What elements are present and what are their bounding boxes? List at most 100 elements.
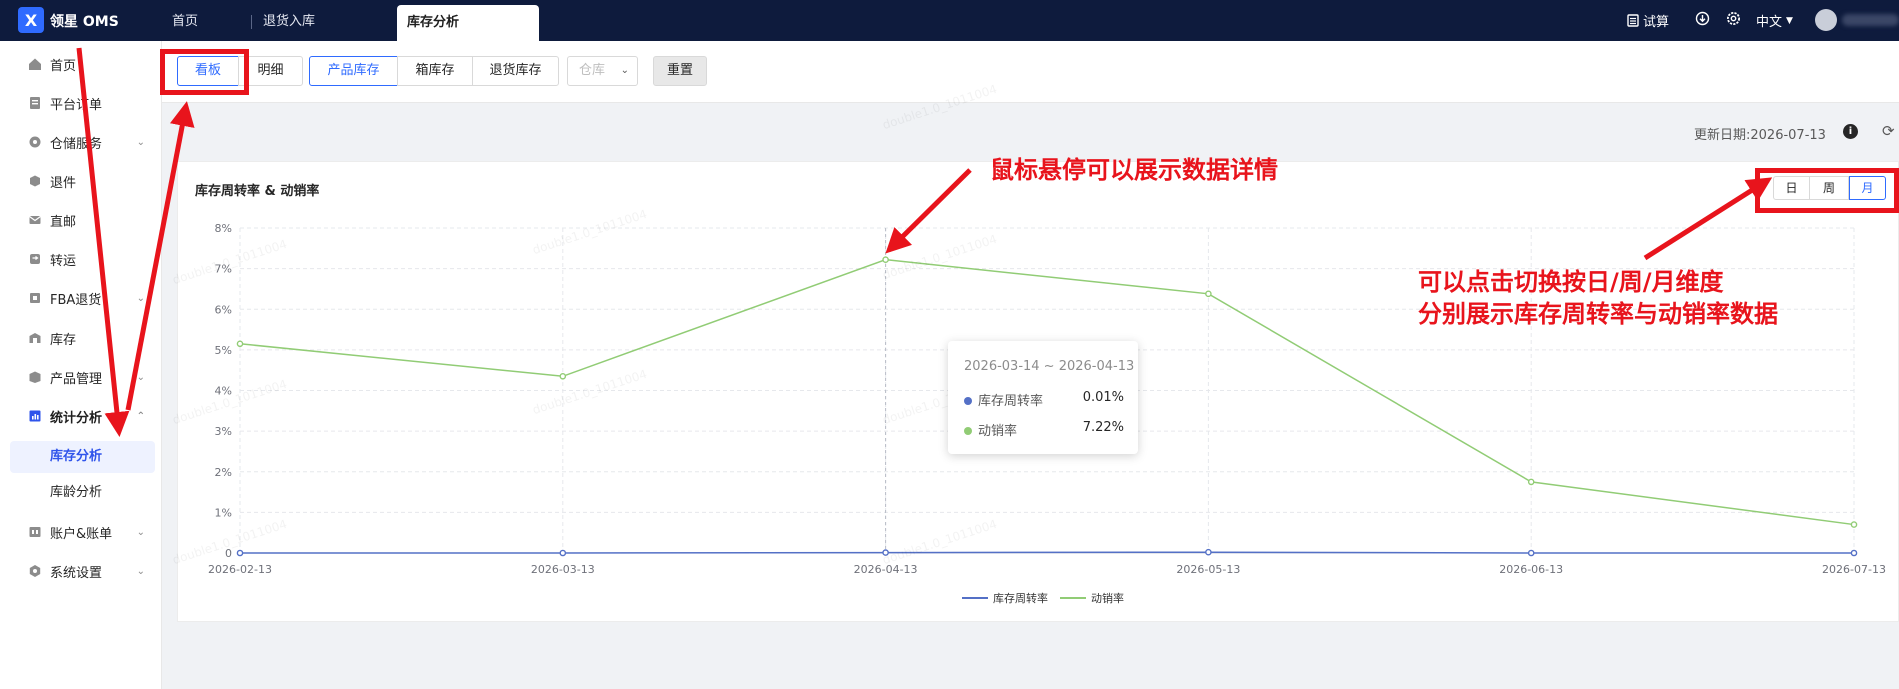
sidebar-item-transfer[interactable]: 转运 <box>10 242 155 276</box>
stats-icon <box>28 409 42 423</box>
x-tick-label: 2026-02-13 <box>208 563 272 576</box>
fba-icon <box>28 291 42 305</box>
product-icon <box>28 370 42 384</box>
sidebar-item-inventory[interactable]: 库存 ⌄ <box>10 321 155 355</box>
chevron-down-icon: ⌄ <box>136 292 145 304</box>
x-tick-label: 2026-04-13 <box>854 563 918 576</box>
sidebar-item-home[interactable]: 首页 <box>10 47 155 81</box>
top-bar: X 领星 OMS 首页 退货入库 库存分析 试算 中文 ▼ <box>0 0 1899 41</box>
data-point <box>882 549 889 556</box>
chevron-up-icon: ⌃ <box>136 410 145 422</box>
chevron-down-icon: ⌄ <box>136 526 145 538</box>
sidebar-item-statistics[interactable]: 统计分析 ⌃ <box>10 399 155 433</box>
data-point <box>559 549 567 557</box>
tooltip-series-name: 库存周转率 <box>978 394 1044 409</box>
chart-title: 库存周转率 & 动销率 <box>195 184 320 199</box>
sidebar-item-label: 仓储服务 <box>50 136 103 152</box>
annotation-switch-note-line1: 可以点击切换按日/周/月维度 <box>1418 268 1724 296</box>
tooltip-series-value: 7.22% <box>1082 420 1124 435</box>
language-label: 中文 <box>1756 15 1783 30</box>
sidebar-item-direct-mail[interactable]: 直邮 <box>10 203 155 237</box>
sidebar-item-product-management[interactable]: 产品管理 ⌄ <box>10 360 155 394</box>
download-button[interactable] <box>1695 11 1710 26</box>
tab-box-inventory[interactable]: 箱库存 <box>397 56 473 86</box>
settings-button[interactable] <box>1726 11 1741 26</box>
y-tick-label: 8% <box>215 222 232 235</box>
language-select[interactable]: 中文 ▼ <box>1756 11 1793 30</box>
annotation-box-granularity <box>1755 168 1899 213</box>
warehouse-select[interactable]: 仓库 ⌄ <box>567 56 638 86</box>
tab-inventory-analysis[interactable]: 库存分析 <box>397 5 539 41</box>
sidebar-subitem-inventory-analysis[interactable]: 库存分析 <box>10 441 155 473</box>
data-point <box>559 372 567 380</box>
brand-name: 领星 OMS <box>50 14 119 30</box>
y-tick-label: 0 <box>225 547 232 560</box>
data-point <box>1850 521 1858 528</box>
tooltip-series-value: 0.01% <box>1082 390 1124 405</box>
updated-date: 更新日期:2026-07-13 <box>1694 128 1826 143</box>
calculator-icon <box>1627 14 1639 27</box>
sidebar-item-label: FBA退货 <box>50 292 102 308</box>
sidebar-item-label: 系统设置 <box>50 565 103 581</box>
sidebar-item-account-billing[interactable]: 账户&账单 ⌄ <box>10 515 155 549</box>
download-icon <box>1695 11 1710 26</box>
filter-toolbar: 看板 明细 产品库存 箱库存 退货库存 仓库 ⌄ 重置 <box>162 41 1899 103</box>
legend-label: 库存周转率 <box>993 591 1048 605</box>
data-point <box>236 549 244 557</box>
trial-button[interactable]: 试算 <box>1627 11 1669 30</box>
annotation-hover-note: 鼠标悬停可以展示数据详情 <box>990 156 1278 184</box>
warehouse-placeholder: 仓库 <box>579 63 606 78</box>
sidebar-item-label: 库存 <box>50 332 77 348</box>
annotation-box-board <box>160 49 249 95</box>
x-tick-label: 2026-05-13 <box>1176 563 1240 576</box>
tab-product-inventory[interactable]: 产品库存 <box>309 56 398 86</box>
data-point <box>1205 290 1212 298</box>
reset-button[interactable]: 重置 <box>653 56 707 86</box>
chevron-down-icon: ⌄ <box>136 565 145 577</box>
tab-return-inbound[interactable]: 退货入库 <box>263 0 315 41</box>
data-point <box>882 256 889 263</box>
mail-icon <box>28 213 42 227</box>
data-point <box>1850 549 1858 557</box>
trial-label: 试算 <box>1643 15 1670 30</box>
chevron-down-icon: ⌄ <box>136 332 145 344</box>
info-icon[interactable]: i <box>1843 124 1858 139</box>
chevron-down-icon: ⌄ <box>136 136 145 148</box>
y-tick-label: 2% <box>215 466 232 479</box>
series-dot-icon <box>964 426 972 435</box>
tab-divider <box>251 15 252 29</box>
sidebar-item-returns[interactable]: 退件 <box>10 164 155 198</box>
sidebar-item-label: 统计分析 <box>50 410 103 426</box>
data-point <box>1527 478 1535 486</box>
x-tick-label: 2026-07-13 <box>1822 563 1886 576</box>
series-dot-icon <box>964 396 972 405</box>
refresh-icon[interactable]: ⟳ <box>1882 122 1895 140</box>
inventory-icon <box>28 331 42 345</box>
user-name-blurred <box>1842 14 1899 26</box>
sidebar-item-label: 转运 <box>50 253 77 269</box>
sidebar-item-warehouse-service[interactable]: 仓储服务 ⌄ <box>10 125 155 159</box>
data-point <box>236 340 244 348</box>
y-tick-label: 4% <box>215 385 232 398</box>
y-tick-label: 1% <box>215 506 232 519</box>
annotation-switch-note-line2: 分别展示库存周转率与动销率数据 <box>1418 300 1778 328</box>
series-line-0 <box>240 551 1854 554</box>
order-icon <box>28 96 42 110</box>
sidebar-item-label: 直邮 <box>50 214 77 230</box>
tooltip-series-name: 动销率 <box>978 424 1018 439</box>
sidebar-item-fba-returns[interactable]: FBA退货 ⌄ <box>10 281 155 315</box>
user-avatar[interactable] <box>1815 9 1837 31</box>
tooltip-row-sellthrough: 动销率 7.22% <box>964 420 1124 439</box>
tab-home[interactable]: 首页 <box>172 0 198 41</box>
sidebar-item-system-settings[interactable]: 系统设置 ⌄ <box>10 554 155 588</box>
sidebar-item-label: 首页 <box>50 58 77 74</box>
sidebar-item-platform-orders[interactable]: 平台订单 <box>10 86 155 120</box>
tooltip-title: 2026-03-14 ~ 2026-04-13 <box>964 359 1135 374</box>
caret-down-icon: ▼ <box>1786 15 1793 26</box>
x-tick-label: 2026-06-13 <box>1499 563 1563 576</box>
tab-return-inventory[interactable]: 退货库存 <box>472 56 559 86</box>
sidebar-subitem-inventory-age-analysis[interactable]: 库龄分析 <box>10 477 155 509</box>
y-tick-label: 7% <box>215 263 232 276</box>
chevron-down-icon: ⌄ <box>136 371 145 383</box>
home-icon <box>28 57 42 71</box>
